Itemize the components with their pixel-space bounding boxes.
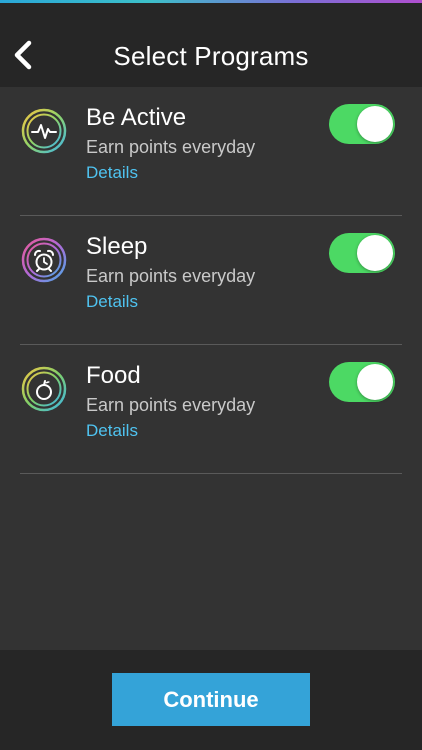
- program-list: Be Active Earn points everyday Details S…: [0, 87, 422, 474]
- sleep-toggle[interactable]: [329, 233, 395, 273]
- food-toggle[interactable]: [329, 362, 395, 402]
- header-bar: Select Programs: [0, 3, 422, 87]
- alarm-clock-icon: [21, 237, 67, 283]
- toggle-knob: [357, 364, 393, 400]
- be-active-toggle[interactable]: [329, 104, 395, 144]
- list-item-food: Food Earn points everyday Details: [0, 345, 422, 474]
- toggle-knob: [357, 106, 393, 142]
- program-subtitle: Earn points everyday: [86, 395, 256, 415]
- program-subtitle: Earn points everyday: [86, 137, 256, 157]
- details-link[interactable]: Details: [86, 292, 138, 312]
- divider: [20, 473, 402, 474]
- list-item-sleep: Sleep Earn points everyday Details: [0, 216, 422, 345]
- details-link[interactable]: Details: [86, 421, 138, 441]
- list-item-be-active: Be Active Earn points everyday Details: [0, 87, 422, 216]
- toggle-knob: [357, 235, 393, 271]
- heartbeat-icon: [21, 108, 67, 154]
- footer-bar: Continue: [0, 650, 422, 750]
- program-title: Sleep: [86, 233, 148, 260]
- program-subtitle: Earn points everyday: [86, 266, 256, 286]
- apple-icon: [21, 366, 67, 412]
- details-link[interactable]: Details: [86, 163, 138, 183]
- program-title: Food: [86, 362, 141, 389]
- page-title: Select Programs: [113, 41, 309, 71]
- program-title: Be Active: [86, 104, 187, 131]
- continue-button[interactable]: Continue: [112, 673, 310, 726]
